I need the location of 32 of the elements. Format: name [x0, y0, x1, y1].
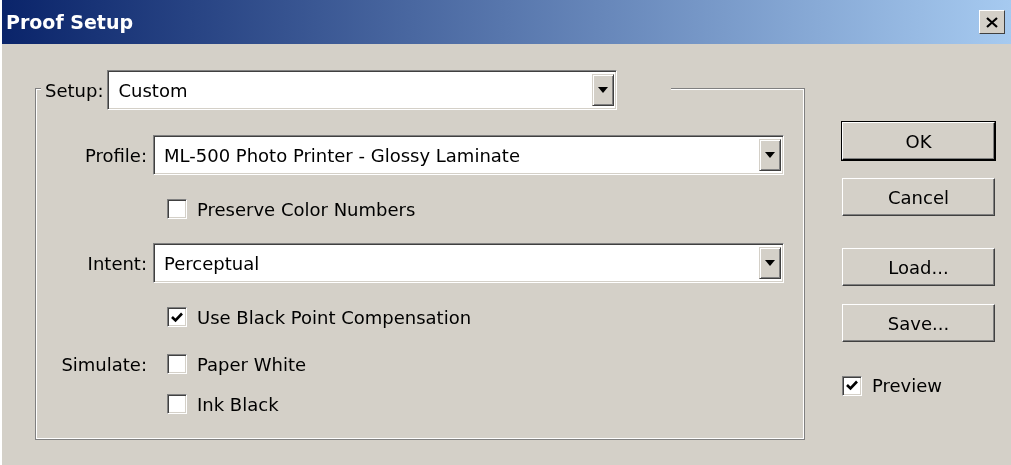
checkbox[interactable] — [167, 394, 187, 414]
checkbox-label[interactable]: Paper White — [197, 350, 307, 378]
field-label: Profile: — [84, 144, 147, 166]
close-icon — [986, 16, 998, 28]
ok-button[interactable]: OK — [842, 122, 995, 160]
close-button[interactable] — [979, 10, 1005, 34]
checkbox-label[interactable]: Ink Black — [197, 390, 279, 418]
dropdown[interactable]: Custom — [107, 70, 618, 110]
window-title: Proof Setup — [6, 9, 134, 35]
caret-icon — [765, 260, 775, 266]
dialog-button[interactable]: Save... — [842, 304, 995, 342]
check-icon — [846, 380, 858, 391]
checkbox-label[interactable]: Preserve Color Numbers — [197, 195, 416, 223]
checkbox[interactable] — [167, 199, 187, 219]
checkbox[interactable] — [167, 354, 187, 374]
field-label: Intent: — [87, 252, 147, 274]
checkbox[interactable] — [167, 307, 187, 327]
dropdown[interactable]: Perceptual — [153, 243, 784, 283]
dialog-button[interactable]: Load... — [842, 248, 995, 286]
field-label: Simulate: — [61, 353, 147, 375]
dropdown-button[interactable] — [592, 74, 615, 106]
checkbox[interactable] — [842, 375, 862, 396]
caret-icon — [765, 152, 775, 158]
dropdown-button[interactable] — [759, 139, 781, 171]
dropdown[interactable]: ML-500 Photo Printer - Glossy Laminate — [153, 135, 784, 175]
caret-icon — [598, 87, 609, 93]
field-label: Setup: — [45, 78, 104, 103]
dropdown-button[interactable] — [759, 247, 781, 279]
dialog-button[interactable]: Cancel — [842, 178, 995, 216]
checkbox-label[interactable]: Preview — [872, 372, 943, 399]
check-icon — [171, 311, 183, 323]
checkbox-label[interactable]: Use Black Point Compensation — [197, 303, 472, 331]
